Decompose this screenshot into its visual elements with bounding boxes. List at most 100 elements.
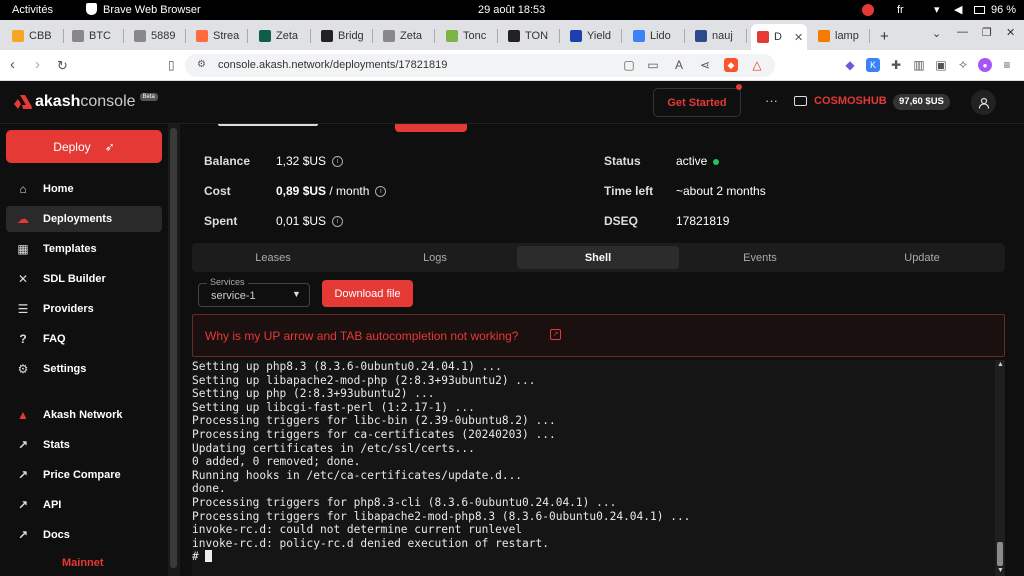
sidebar-item-faq[interactable]: ? FAQ <box>6 326 162 352</box>
scroll-down-icon[interactable]: ▼ <box>997 567 1004 574</box>
browser-tab[interactable]: Zeta <box>253 24 311 48</box>
scroll-up-icon[interactable]: ▲ <box>997 361 1004 368</box>
keplr-extension-icon[interactable]: K <box>866 58 880 72</box>
header-action-button[interactable] <box>395 124 467 132</box>
clock[interactable]: 29 août 18:53 <box>478 4 545 16</box>
sidebar-item-templates[interactable]: ▦ Templates <box>6 236 162 262</box>
info-icon[interactable]: i <box>375 186 387 198</box>
browser-tab[interactable]: Lido <box>627 24 685 48</box>
sidebar-item-sdl-builder[interactable]: ✕ SDL Builder <box>6 266 162 292</box>
activities-button[interactable]: Activités <box>12 4 53 16</box>
minimize-icon[interactable]: ― <box>957 26 968 38</box>
tab-leases[interactable]: Leases <box>192 246 354 269</box>
shell-terminal[interactable]: Setting up php8.3 (8.3.6-0ubuntu0.24.04.… <box>192 360 995 576</box>
browser-tab[interactable]: Strea <box>190 24 248 48</box>
tab-favicon-icon <box>321 30 333 42</box>
terminal-line: invoke-rc.d: policy-rc.d denied executio… <box>192 536 549 550</box>
maximize-icon[interactable]: ❐ <box>982 26 992 39</box>
tab-favicon-icon <box>12 30 24 42</box>
sidebar-item-stats[interactable]: ↗ Stats <box>6 432 162 458</box>
site-info-icon[interactable]: ⚙ <box>197 59 206 70</box>
menu-icon[interactable]: ≡ <box>1000 58 1014 72</box>
browser-tab[interactable]: Bridg <box>315 24 373 48</box>
tab-logs[interactable]: Logs <box>354 246 516 269</box>
terminal-prompt-line[interactable]: # <box>192 550 995 564</box>
wallet-name[interactable]: COSMOSHUB <box>814 95 887 107</box>
sidebar-item-api[interactable]: ↗ API <box>6 492 162 518</box>
tab-update[interactable]: Update <box>841 246 1003 269</box>
sidebar-item-price-compare[interactable]: ↗ Price Compare <box>6 462 162 488</box>
terminal-prompt: # <box>192 550 206 564</box>
sidebar-item-docs[interactable]: ↗ Docs <box>6 522 162 548</box>
sidebar-scrollbar-thumb[interactable] <box>170 128 177 568</box>
share-icon[interactable]: ⋖ <box>698 58 712 72</box>
bookmark-icon[interactable]: ▯ <box>168 58 175 72</box>
tab-shell[interactable]: Shell <box>517 246 679 269</box>
reload-icon[interactable]: ↻ <box>57 58 68 74</box>
close-window-icon[interactable]: ✕ <box>1006 26 1015 39</box>
tab-favicon-icon <box>72 30 84 42</box>
help-link[interactable]: Why is my UP arrow and TAB autocompletio… <box>205 329 518 343</box>
info-icon[interactable]: i <box>332 216 344 228</box>
wifi-icon[interactable]: ▾ <box>934 3 940 16</box>
browser-tab[interactable]: 5889 <box>128 24 186 48</box>
close-tab-icon[interactable]: ✕ <box>794 31 803 44</box>
services-select-value: service-1 <box>211 290 256 302</box>
cast-icon[interactable]: ▭ <box>646 58 660 72</box>
extensions-icon[interactable]: ✚ <box>889 58 903 72</box>
volume-icon[interactable]: ◀ <box>954 3 962 16</box>
wallet-icon[interactable]: ▣ <box>934 58 948 72</box>
terminal-line: Setting up php (2:8.3+93ubuntu2) ... <box>192 387 435 401</box>
services-select[interactable]: Services service-1 ▼ <box>198 277 310 307</box>
dseq-label: DSEQ <box>604 214 639 228</box>
tab-favicon-icon <box>757 31 769 43</box>
sidebar-item-settings[interactable]: ⚙ Settings <box>6 356 162 382</box>
sidebar-icon[interactable]: ▥ <box>912 58 926 72</box>
new-tab-icon[interactable]: + <box>874 24 894 48</box>
forward-icon[interactable]: › <box>35 56 40 73</box>
download-file-button[interactable]: Download file <box>322 280 413 307</box>
terminal-line: invoke-rc.d: could not determine current… <box>192 523 523 537</box>
info-icon[interactable]: i <box>332 156 344 168</box>
terminal-scrollbar[interactable]: ▲ ▼ <box>995 360 1005 576</box>
browser-tab-active[interactable]: D ✕ <box>751 24 807 50</box>
tab-favicon-icon <box>695 30 707 42</box>
tab-favicon-icon <box>633 30 645 42</box>
sidebar-item-home[interactable]: ⌂ Home <box>6 176 162 202</box>
browser-tab[interactable]: TON <box>502 24 560 48</box>
notification-icon[interactable] <box>862 4 874 16</box>
url-text[interactable]: console.akash.network/deployments/178218… <box>218 59 447 71</box>
akash-console-logo[interactable]: akash console Beta <box>14 93 158 111</box>
brave-shields-icon[interactable]: ◆ <box>724 58 738 72</box>
sidebar-item-deployments[interactable]: ☁ Deployments <box>6 206 162 232</box>
get-started-button[interactable]: Get Started <box>653 88 741 117</box>
profile-icon[interactable]: ● <box>978 58 992 72</box>
brave-rewards-icon[interactable]: △ <box>750 58 764 72</box>
sidebar-item-providers[interactable]: ☰ Providers <box>6 296 162 322</box>
tab-search-icon[interactable]: ⌄ <box>932 27 941 40</box>
open-link-icon[interactable]: ↗ <box>550 329 561 340</box>
copy-icon[interactable]: ▢ <box>622 58 636 72</box>
back-icon[interactable]: ‹ <box>10 56 15 73</box>
browser-tab[interactable]: Yield <box>564 24 622 48</box>
battery-icon <box>974 6 985 14</box>
more-menu-button[interactable]: ··· <box>765 93 778 108</box>
language-indicator[interactable]: fr <box>897 4 904 16</box>
akash-logo-icon <box>14 95 32 109</box>
browser-tab[interactable]: BTC <box>66 24 124 48</box>
browser-tab[interactable]: lamp <box>812 24 870 48</box>
leo-icon[interactable]: ✧ <box>956 58 970 72</box>
browser-tab[interactable]: Tonc <box>440 24 498 48</box>
browser-tab[interactable]: nauj <box>689 24 747 48</box>
akash-icon: ▲ <box>17 408 29 422</box>
extension-icon[interactable]: ◆ <box>843 58 857 72</box>
tab-events[interactable]: Events <box>679 246 841 269</box>
user-avatar[interactable] <box>971 90 996 115</box>
browser-tab[interactable]: CBB <box>6 24 64 48</box>
sidebar-item-akash-network[interactable]: ▲ Akash Network <box>6 402 162 428</box>
sidebar-scrollbar[interactable] <box>168 124 180 576</box>
deploy-button[interactable]: Deploy ➶ <box>6 130 162 163</box>
terminal-scrollbar-thumb[interactable] <box>997 542 1003 566</box>
translate-icon[interactable]: A <box>672 58 686 72</box>
browser-tab[interactable]: Zeta <box>377 24 435 48</box>
